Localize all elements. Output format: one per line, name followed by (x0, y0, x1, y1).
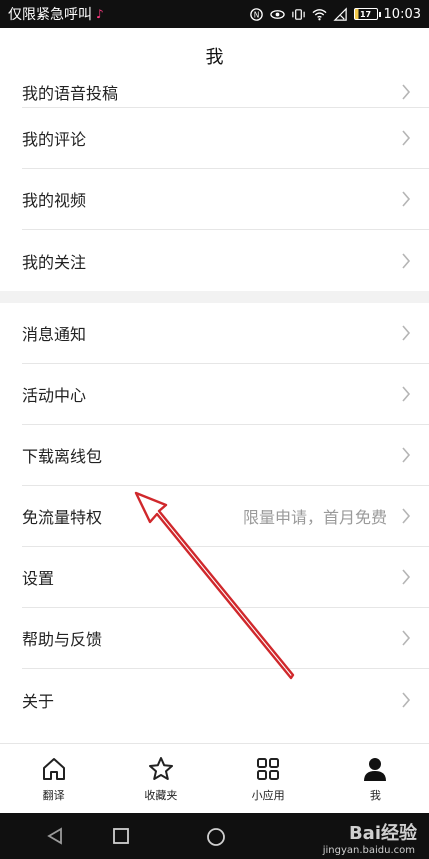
menu-item-my-follows[interactable]: 我的关注 (22, 230, 429, 291)
nav-label: 我 (369, 788, 381, 802)
clock: 10:03 (383, 6, 421, 22)
watermark-logo: Bai经验 (348, 823, 417, 844)
menu-item-about[interactable]: 关于 (22, 669, 429, 730)
system-nav-bar: Bai经验 jingyan.baidu.com (0, 813, 429, 859)
chevron-right-icon (402, 130, 411, 146)
menu-item-label: 关于 (22, 691, 55, 711)
chevron-right-icon (402, 252, 411, 269)
nav-tab-translate[interactable]: 翻译 (0, 744, 107, 813)
chevron-right-icon (402, 83, 411, 100)
promo-text: 限量申请，首月免费 (242, 508, 387, 527)
battery-level: 17 (359, 9, 372, 19)
chevron-right-icon (402, 447, 411, 463)
menu-item-label: 我的关注 (22, 252, 87, 272)
menu-item-settings[interactable]: 设置 (22, 547, 429, 608)
menu-item-label: 设置 (22, 569, 55, 588)
chevron-right-icon (402, 325, 411, 341)
status-bar: 仅限紧急呼叫 ♪ N 17 10:03 (0, 0, 429, 28)
menu-item-notifications[interactable]: 消息通知 (22, 303, 429, 364)
watermark-url: jingyan.baidu.com (322, 845, 415, 856)
menu-item-download-offline-pack[interactable]: 下载离线包 (22, 425, 429, 486)
menu-item-label: 下载离线包 (22, 447, 103, 466)
nav-tab-favorites[interactable]: 收藏夹 (107, 744, 214, 813)
menu-item-label: 帮助与反馈 (22, 630, 103, 649)
star-icon (148, 756, 173, 780)
back-triangle-icon[interactable] (46, 827, 64, 845)
chevron-right-icon (402, 508, 411, 524)
carrier-text: 仅限紧急呼叫 (8, 7, 92, 23)
menu-item-activity-center[interactable]: 活动中心 (22, 364, 429, 425)
home-icon (42, 757, 65, 780)
menu-item-my-videos[interactable]: 我的视频 (22, 169, 429, 230)
chevron-right-icon (402, 386, 411, 402)
no-signal-icon (332, 6, 347, 21)
chevron-right-icon (402, 191, 411, 207)
nav-label: 小应用 (251, 788, 285, 802)
menu-item-help-feedback[interactable]: 帮助与反馈 (22, 608, 429, 669)
svg-text:N: N (253, 10, 259, 19)
section-divider (0, 291, 429, 303)
menu-item-label: 活动中心 (22, 386, 87, 405)
menu-item-label: 我的评论 (22, 130, 87, 149)
chevron-right-icon (402, 630, 411, 646)
grid-icon (257, 757, 280, 780)
menu-item-free-data[interactable]: 免流量特权 限量申请，首月免费 (22, 486, 429, 547)
vibrate-icon (291, 8, 305, 20)
recents-square-icon[interactable] (112, 827, 130, 845)
home-circle-icon[interactable] (206, 827, 226, 847)
page-title: 我 (205, 47, 224, 68)
settings-list: 我的语音投稿 我的评论 我的视频 我的关注 消息通知 活动中心 下载离线包 免流… (0, 84, 429, 730)
wifi-icon (312, 8, 327, 20)
nav-label: 收藏夹 (144, 788, 178, 802)
bottom-nav: 翻译 收藏夹 小应用 我 (0, 743, 429, 813)
nfc-icon: N (249, 7, 263, 21)
menu-item-label: 我的视频 (22, 191, 87, 210)
menu-item-label: 消息通知 (22, 325, 87, 344)
nav-label: 翻译 (42, 788, 65, 802)
person-icon (364, 757, 387, 781)
battery-icon: 17 (353, 8, 381, 20)
eye-icon (269, 9, 285, 19)
nav-tab-me[interactable]: 我 (322, 744, 429, 813)
menu-item-label: 我的语音投稿 (22, 83, 119, 103)
chevron-right-icon (402, 691, 411, 708)
tiktok-notification-icon: ♪ (96, 7, 104, 21)
menu-item-voice-submissions[interactable]: 我的语音投稿 (22, 76, 429, 108)
nav-tab-mini-apps[interactable]: 小应用 (215, 744, 322, 813)
chevron-right-icon (402, 569, 411, 585)
menu-item-label: 免流量特权 (22, 508, 103, 527)
menu-item-my-comments[interactable]: 我的评论 (22, 108, 429, 169)
